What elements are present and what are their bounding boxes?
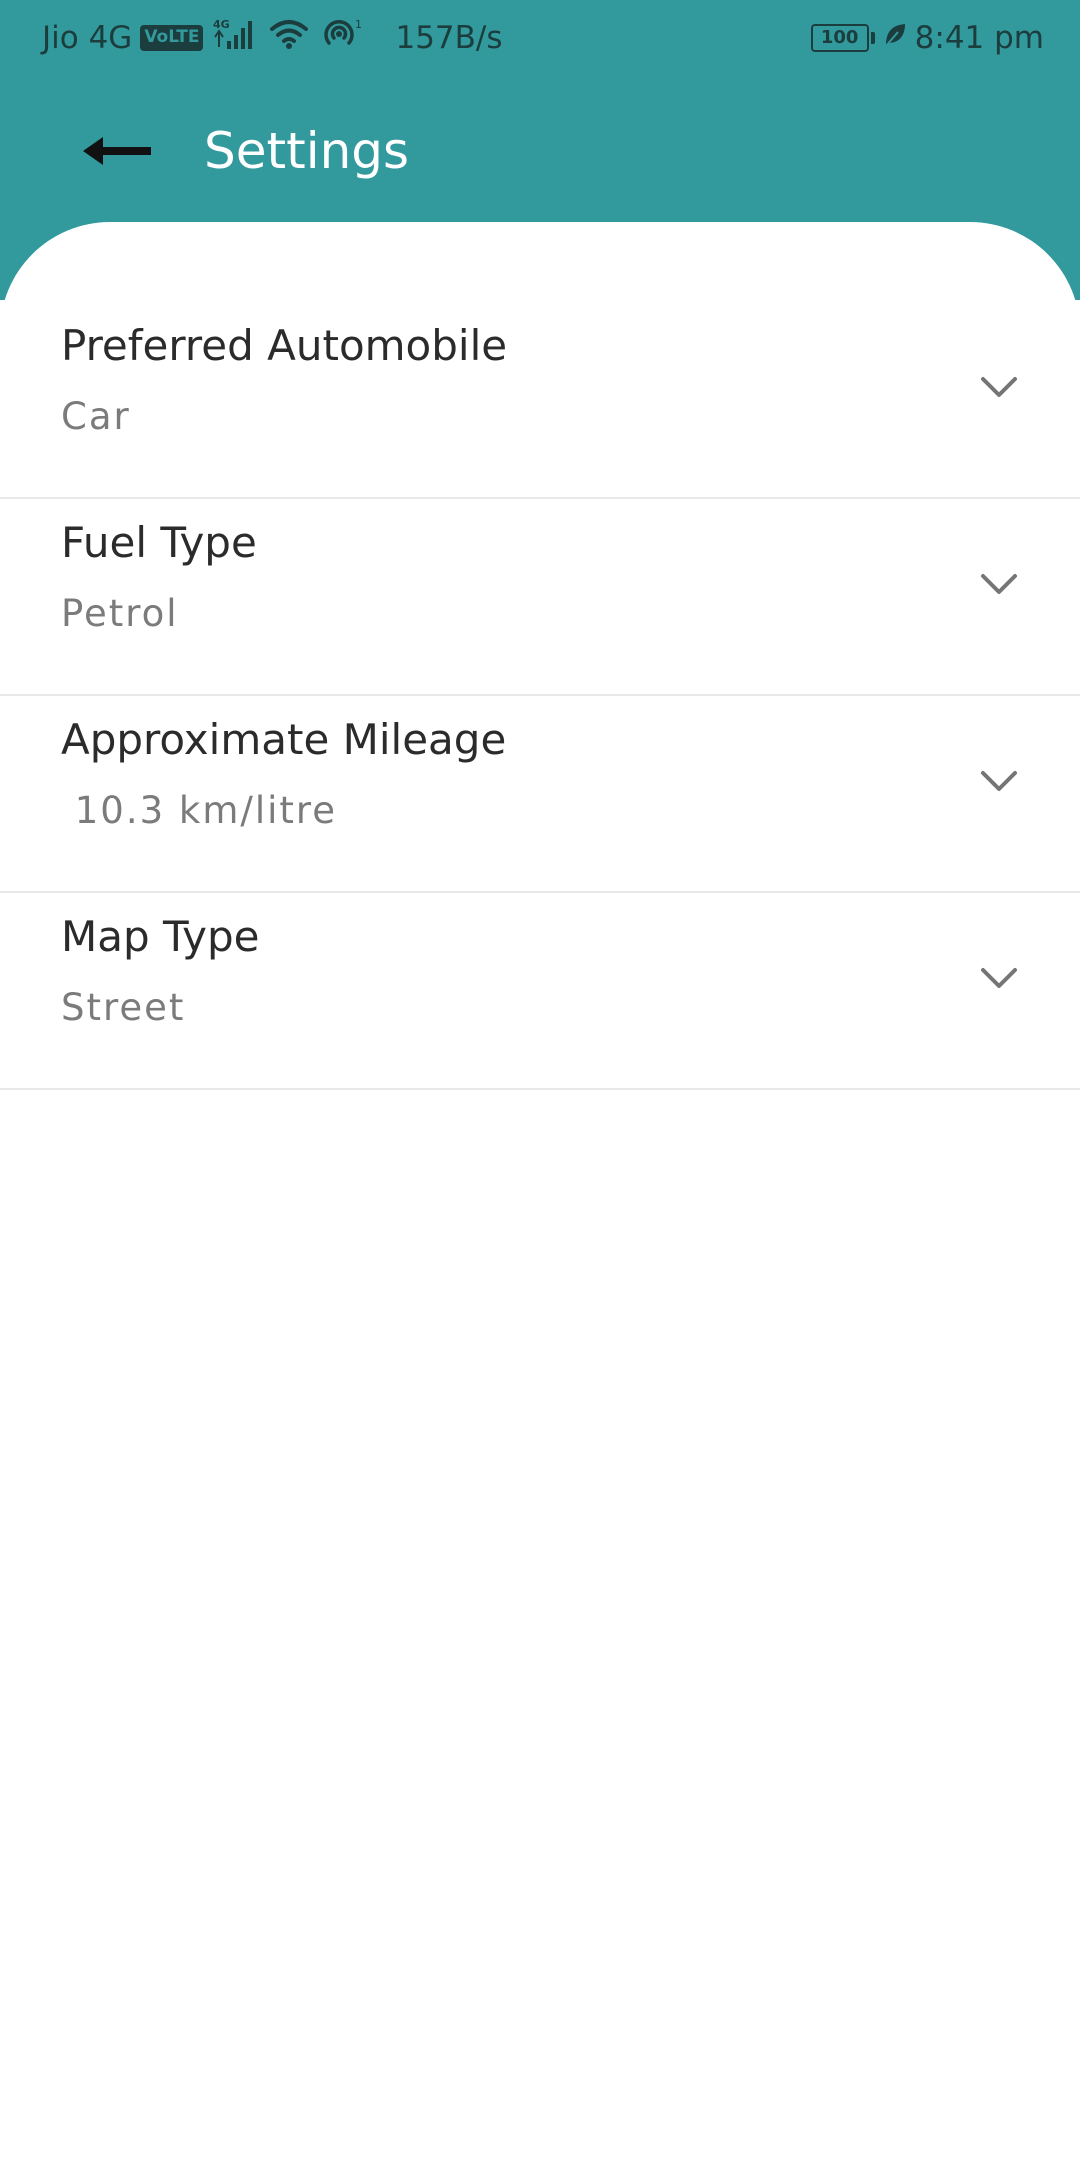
setting-approximate-mileage[interactable]: Approximate Mileage 10.3 km/litre xyxy=(0,696,1080,893)
setting-map-type[interactable]: Map Type Street xyxy=(0,893,1080,1090)
setting-value: 10.3 km/litre xyxy=(61,789,338,832)
volte-badge: VoLTE xyxy=(140,25,204,51)
setting-fuel-type[interactable]: Fuel Type Petrol xyxy=(0,499,1080,696)
leaf-icon xyxy=(883,20,907,56)
setting-label: Preferred Automobile xyxy=(61,321,508,370)
hotspot-count: 1 xyxy=(355,18,362,31)
wifi-icon xyxy=(269,18,309,58)
status-bar-left: Jio 4G VoLTE 4G 1 157B/s xyxy=(42,18,503,58)
clock: 8:41 pm xyxy=(914,20,1044,56)
back-button[interactable] xyxy=(66,116,170,186)
network-speed: 157B/s xyxy=(395,20,503,56)
app-bar: Settings xyxy=(0,76,1080,226)
network-gen-label: 4G xyxy=(213,18,230,31)
setting-value: Car xyxy=(61,395,131,438)
status-bar: Jio 4G VoLTE 4G 1 157B/s 100 8:41 pm xyxy=(0,0,1080,76)
chevron-down-icon[interactable] xyxy=(978,760,1020,802)
chevron-down-icon[interactable] xyxy=(978,957,1020,999)
signal-icon: 4G xyxy=(213,17,259,59)
hotspot-icon: 1 xyxy=(319,17,365,59)
settings-sheet: Preferred Automobile Car Fuel Type Petro… xyxy=(0,222,1080,2160)
status-bar-right: 100 8:41 pm xyxy=(810,18,1044,58)
chevron-down-icon[interactable] xyxy=(978,563,1020,605)
carrier-label: Jio 4G xyxy=(42,20,133,56)
setting-label: Fuel Type xyxy=(61,518,257,567)
page-title: Settings xyxy=(204,122,410,180)
setting-preferred-automobile[interactable]: Preferred Automobile Car xyxy=(0,302,1080,499)
settings-list: Preferred Automobile Car Fuel Type Petro… xyxy=(0,302,1080,1090)
setting-label: Approximate Mileage xyxy=(61,715,507,764)
arrow-left-icon xyxy=(83,137,151,165)
setting-value: Street xyxy=(61,986,186,1029)
settings-screen: Jio 4G VoLTE 4G 1 157B/s 100 8:41 pm Set… xyxy=(0,0,1080,2160)
setting-value: Petrol xyxy=(61,592,179,635)
battery-tip xyxy=(870,32,875,44)
battery-icon: 100 xyxy=(810,24,875,52)
setting-label: Map Type xyxy=(61,912,260,961)
chevron-down-icon[interactable] xyxy=(978,366,1020,408)
battery-level: 100 xyxy=(810,24,869,52)
